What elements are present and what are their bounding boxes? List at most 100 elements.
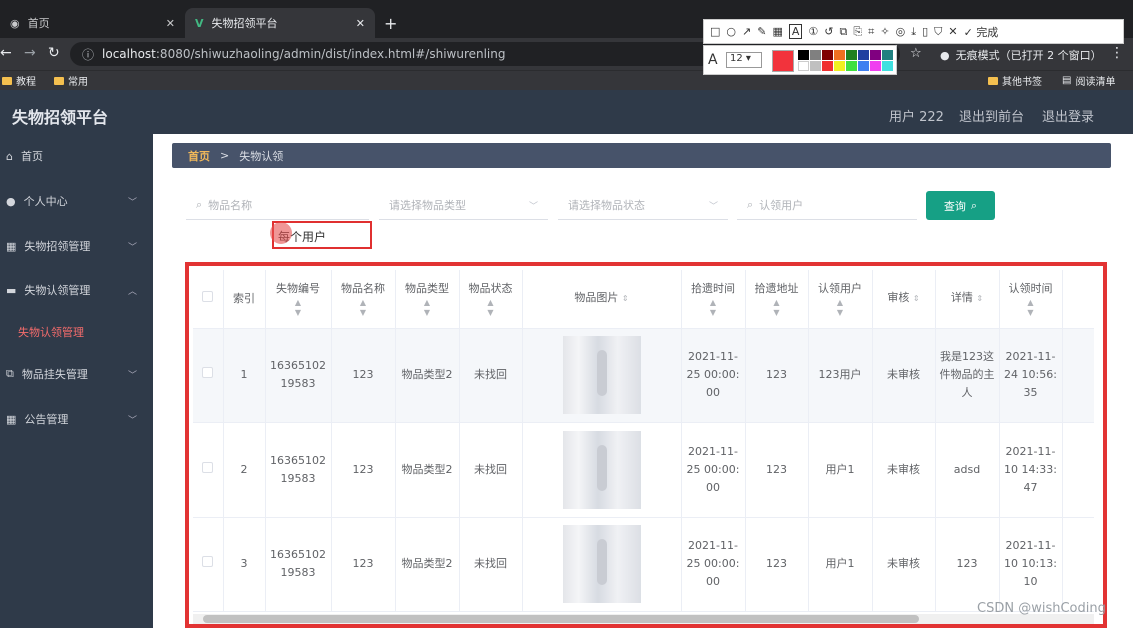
col-code[interactable]: 失物编号 ▲ ▼ xyxy=(265,270,332,329)
logout-link[interactable]: 退出登录 xyxy=(1042,106,1094,125)
sidebar-subitem-claim[interactable]: 失物认领管理 xyxy=(18,324,84,340)
sort-icon[interactable]: ▲ ▼ xyxy=(270,298,327,318)
table-row[interactable]: 3 1636510219583 123 物品类型2 未找回 2021-11-25… xyxy=(193,517,1094,612)
brand-title: 失物招领平台 xyxy=(12,108,109,127)
col-type[interactable]: 物品类型 ▲ ▼ xyxy=(395,270,460,329)
cell-detail: 123 xyxy=(935,517,1000,612)
close-tab-icon[interactable]: ✕ xyxy=(356,17,365,30)
scan-icon[interactable]: ⌗ xyxy=(868,25,874,39)
phone-icon[interactable]: ▯ xyxy=(922,25,928,38)
mosaic-tool-icon[interactable]: ▦ xyxy=(772,25,782,38)
url-path: :8080/shiwuzhaoling/admin/dist/index.htm… xyxy=(155,47,506,61)
col-time[interactable]: 拾遗时间 ▲ ▼ xyxy=(681,270,746,329)
browser-tab-home[interactable]: ◉ 首页 ✕ xyxy=(0,8,185,38)
reading-list[interactable]: ▤ 阅读清单 xyxy=(1062,73,1115,88)
item-type-select[interactable]: 请选择物品类型 ﹀ xyxy=(379,191,548,220)
table-header-row: 索引 失物编号 ▲ ▼ 物品名称 ▲ ▼ 物品类型 ▲ ▼ 物品状态 ▲ ▼ 物品图片 ⇕ 拾遗… xyxy=(193,270,1094,329)
breadcrumb-home[interactable]: 首页 xyxy=(188,148,210,164)
text-tool-icon[interactable]: A xyxy=(788,24,803,39)
col-addr[interactable]: 拾遗地址 ▲ ▼ xyxy=(745,270,809,329)
sidebar-item-notice[interactable]: ▦ 公告管理 ﹀ xyxy=(0,397,153,441)
number-tool-icon[interactable]: ① xyxy=(808,25,818,38)
chevron-down-icon: ﹀ xyxy=(127,370,137,381)
item-status-select[interactable]: 请选择物品状态 ﹀ xyxy=(558,191,728,220)
cell-user: 用户1 xyxy=(808,517,873,612)
breadcrumb-separator: > xyxy=(220,149,230,162)
sort-icon[interactable]: ▲ ▼ xyxy=(686,298,741,318)
col-name[interactable]: 物品名称 ▲ ▼ xyxy=(331,270,396,329)
claim-user-input[interactable]: ⌕ 认领用户 xyxy=(737,191,917,220)
sort-icon[interactable]: ⇕ xyxy=(622,294,629,303)
sort-icon[interactable]: ▲ ▼ xyxy=(400,298,455,318)
bookmark-icon[interactable]: ⛉ xyxy=(934,25,942,39)
col-image[interactable]: 物品图片 ⇕ xyxy=(522,270,682,329)
item-thumbnail[interactable] xyxy=(562,336,641,415)
sidebar-item-home[interactable]: ⌂ 首页 xyxy=(0,134,153,178)
sort-icon[interactable]: ⇕ xyxy=(913,294,920,303)
copy-icon[interactable]: ⎘ xyxy=(853,25,862,39)
cell-addr: 123 xyxy=(745,422,809,518)
col-user[interactable]: 认领用户 ▲ ▼ xyxy=(808,270,873,329)
color-palette[interactable] xyxy=(798,50,893,71)
sort-icon[interactable]: ▲ ▼ xyxy=(464,298,518,318)
col-status[interactable]: 物品状态 ▲ ▼ xyxy=(459,270,523,329)
done-button[interactable]: ✓ 完成 xyxy=(964,24,999,40)
browser-tab-app[interactable]: V 失物招领平台 ✕ xyxy=(185,8,375,38)
table-row[interactable]: 1 1636510219583 123 物品类型2 未找回 2021-11-25… xyxy=(193,328,1094,423)
sort-icon[interactable]: ▲ ▼ xyxy=(813,298,868,318)
cell-image[interactable] xyxy=(522,422,682,518)
back-icon[interactable]: ← xyxy=(0,45,12,61)
translate-icon[interactable]: ⧉ xyxy=(839,25,847,39)
row-checkbox[interactable] xyxy=(193,422,224,518)
download-icon[interactable]: ⤓ xyxy=(911,25,916,39)
sidebar-item-personal[interactable]: ● 个人中心 ﹀ xyxy=(0,179,153,223)
sort-icon[interactable]: ▲ ▼ xyxy=(336,298,391,318)
rect-tool-icon[interactable]: □ xyxy=(710,25,720,38)
current-color-swatch[interactable] xyxy=(772,50,794,72)
sidebar-item-loss-report[interactable]: ⧉ 物品挂失管理 ﹀ xyxy=(0,352,153,396)
undo-icon[interactable]: ↺ xyxy=(824,25,833,38)
pen-tool-icon[interactable]: ✎ xyxy=(757,25,766,38)
search-icon: ⌕ xyxy=(970,198,978,212)
sort-icon[interactable]: ⇕ xyxy=(976,294,983,303)
close-tab-icon[interactable]: ✕ xyxy=(166,17,175,30)
star-icon[interactable]: ☆ xyxy=(910,46,922,61)
menu-icon[interactable]: ⋮ xyxy=(1110,45,1124,61)
bookmark-changyong[interactable]: 常用 xyxy=(54,73,88,88)
scrollbar-thumb[interactable] xyxy=(203,615,919,623)
sidebar-item-claim[interactable]: ▬ 失物认领管理 ︿ xyxy=(0,268,153,312)
bookmark-jiaocheng[interactable]: 教程 xyxy=(2,73,36,88)
row-checkbox[interactable] xyxy=(193,517,224,612)
forward-icon[interactable]: → xyxy=(24,45,36,61)
new-tab-button[interactable]: + xyxy=(384,14,397,33)
col-audit[interactable]: 审核 ⇕ xyxy=(872,270,936,329)
bookmarks-bar xyxy=(0,70,1133,90)
font-size-select[interactable]: 12 ▾ xyxy=(726,52,762,68)
record-icon[interactable]: ◎ xyxy=(896,25,906,38)
sort-icon[interactable]: ▲ ▼ xyxy=(750,298,804,318)
select-all-checkbox[interactable] xyxy=(193,270,224,329)
item-thumbnail[interactable] xyxy=(562,430,641,509)
col-detail[interactable]: 详情 ⇕ xyxy=(935,270,1000,329)
arrow-tool-icon[interactable]: ↗ xyxy=(742,25,751,38)
cancel-icon[interactable]: ✕ xyxy=(948,25,957,38)
cell-time: 2021-11-25 00:00:00 xyxy=(681,422,746,518)
item-name-input[interactable]: ⌕ 物品名称 xyxy=(186,191,369,220)
bookmark-other[interactable]: 其他书签 xyxy=(988,73,1042,88)
cell-image[interactable] xyxy=(522,517,682,612)
chevron-down-icon: ﹀ xyxy=(127,415,137,426)
circle-tool-icon[interactable]: ○ xyxy=(726,25,736,38)
incognito-indicator[interactable]: ● 无痕模式（已打开 2 个窗口） xyxy=(940,47,1102,63)
exit-to-front-link[interactable]: 退出到前台 xyxy=(959,106,1024,125)
sort-icon[interactable]: ▲ ▼ xyxy=(1004,298,1058,318)
sidebar-item-lost-found[interactable]: ▦ 失物招领管理 ﹀ xyxy=(0,224,153,268)
cell-claim-time: 2021-11-24 10:56:35 xyxy=(999,328,1063,423)
row-checkbox[interactable] xyxy=(193,328,224,423)
pin-icon[interactable]: ✧ xyxy=(880,25,889,38)
table-row[interactable]: 2 1636510219583 123 物品类型2 未找回 2021-11-25… xyxy=(193,422,1094,518)
query-button[interactable]: 查询 ⌕ xyxy=(926,191,995,220)
reload-icon[interactable]: ↻ xyxy=(48,45,60,61)
col-claim-time[interactable]: 认领时间 ▲ ▼ xyxy=(999,270,1063,329)
cell-image[interactable] xyxy=(522,328,682,423)
item-thumbnail[interactable] xyxy=(562,525,641,604)
